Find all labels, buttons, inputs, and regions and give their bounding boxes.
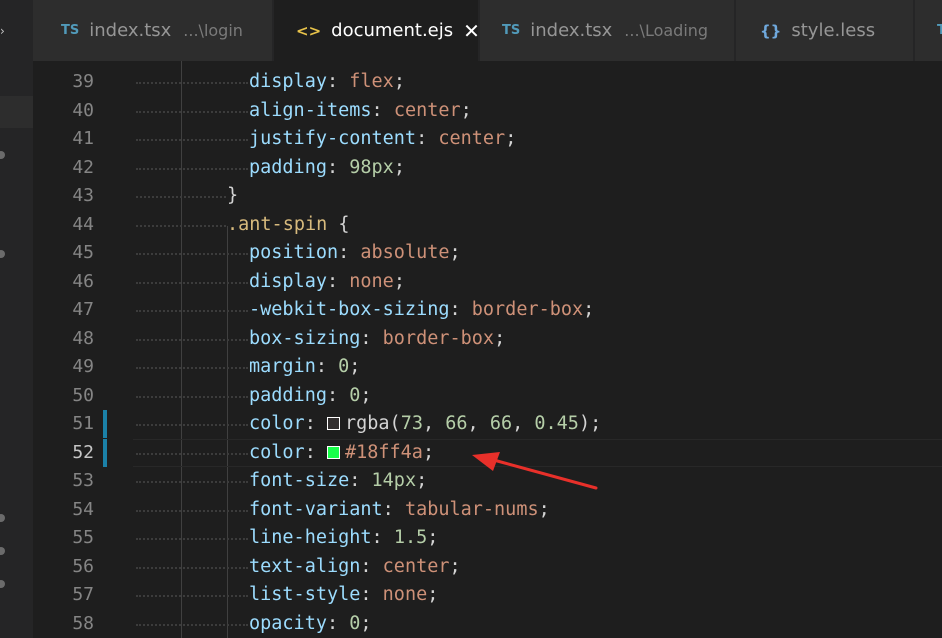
arrow-head (472, 452, 500, 471)
arrow-shaft (488, 457, 598, 490)
annotation-arrow (472, 452, 598, 490)
